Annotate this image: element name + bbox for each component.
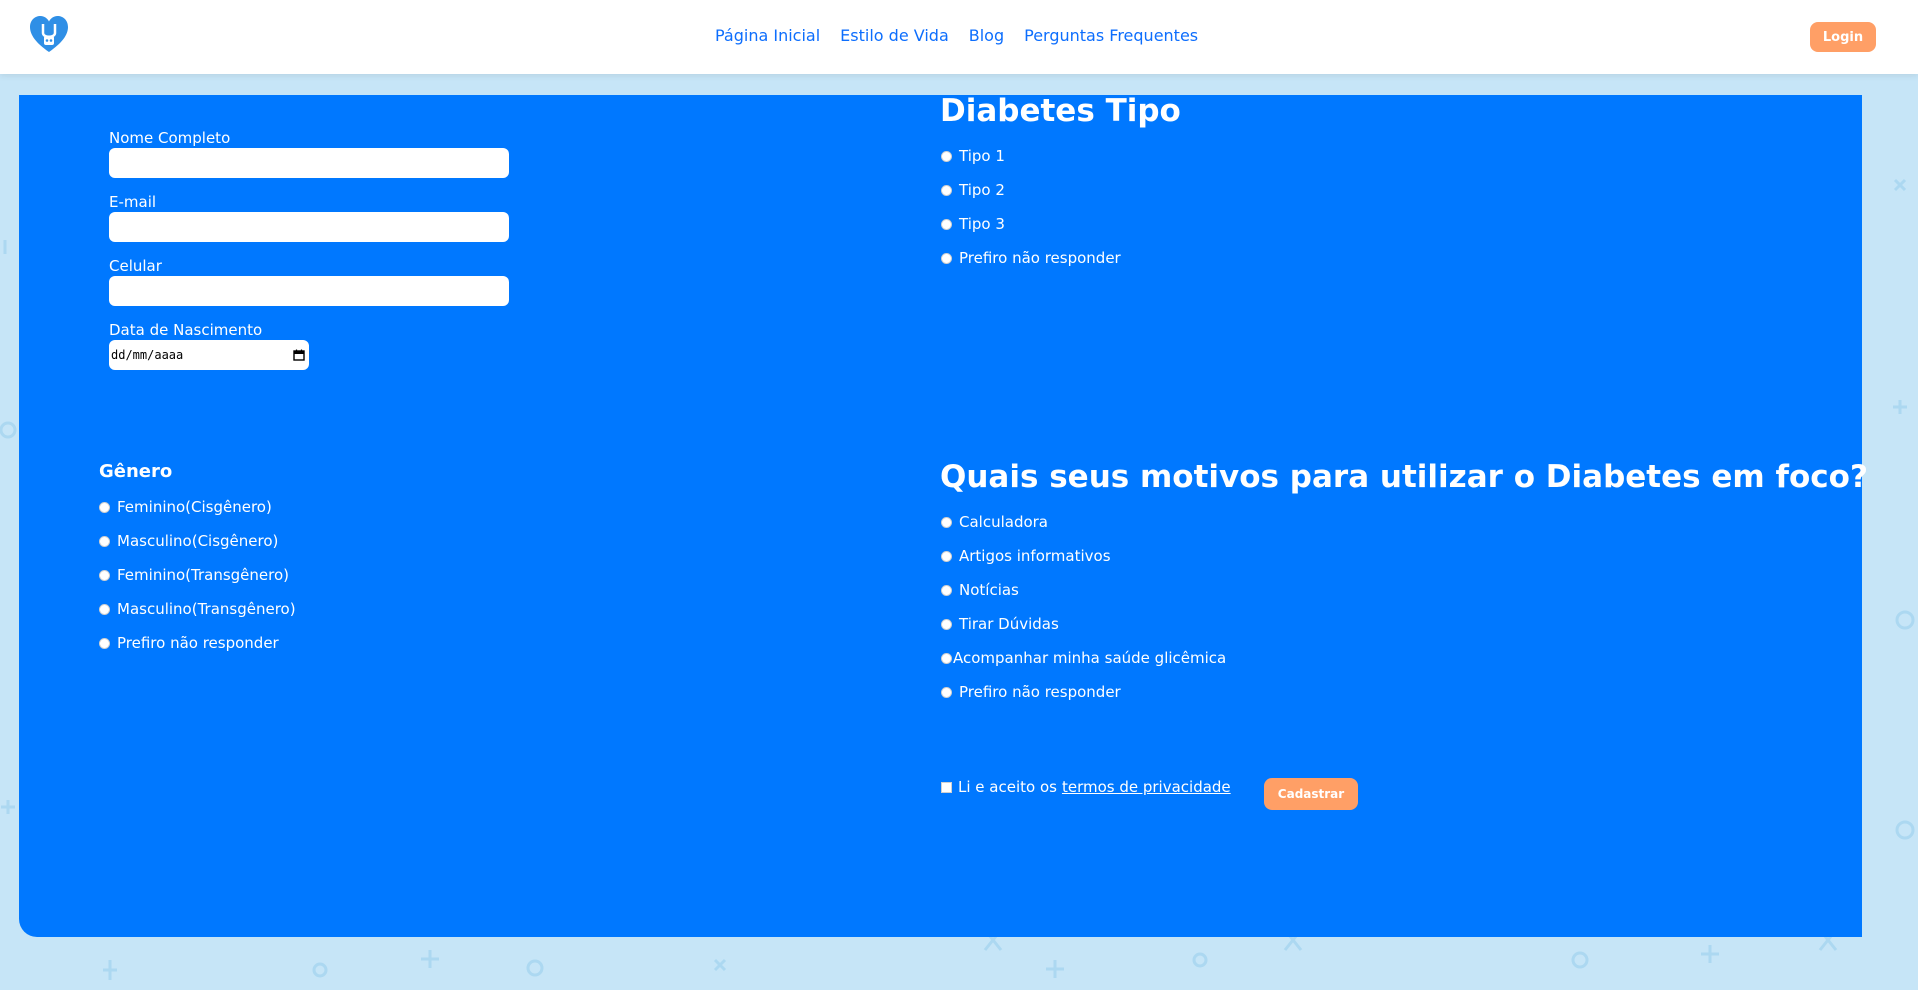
radio-button[interactable] <box>941 150 952 162</box>
terms-text: Li e aceito os <box>958 778 1057 796</box>
birthdate-field: Data de Nascimento dd/mm/aaaa <box>109 321 309 370</box>
radio-button[interactable] <box>941 618 952 630</box>
radio-gender-cis-female[interactable]: Feminino(Cisgênero) <box>99 490 296 524</box>
radio-label: Masculino(Transgênero) <box>117 600 296 618</box>
phone-field: Celular <box>109 257 509 306</box>
radio-diabetes-type-3[interactable]: Tipo 3 <box>941 207 1121 241</box>
radio-gender-cis-male[interactable]: Masculino(Cisgênero) <box>99 524 296 558</box>
phone-input[interactable] <box>109 276 509 306</box>
navbar: Página Inicial Estilo de Vida Blog Pergu… <box>0 0 1918 74</box>
full-name-field: Nome Completo <box>109 129 509 178</box>
radio-label: Tipo 2 <box>959 181 1005 199</box>
radio-label: Tipo 3 <box>959 215 1005 233</box>
radio-label: Prefiro não responder <box>959 683 1121 701</box>
radio-label: Tirar Dúvidas <box>959 615 1059 633</box>
radio-motive-news[interactable]: Notícias <box>941 573 1226 607</box>
privacy-terms-link[interactable]: termos de privacidade <box>1062 778 1231 796</box>
birthdate-label: Data de Nascimento <box>109 321 263 339</box>
nav-link-home[interactable]: Página Inicial <box>715 26 820 45</box>
radio-button[interactable] <box>99 501 110 513</box>
radio-motive-calculator[interactable]: Calculadora <box>941 505 1226 539</box>
radio-button[interactable] <box>941 184 952 196</box>
login-button[interactable]: Login <box>1810 22 1876 52</box>
nav-link-lifestyle[interactable]: Estilo de Vida <box>840 26 949 45</box>
radio-label: Calculadora <box>959 513 1049 531</box>
full-name-input[interactable] <box>109 148 509 178</box>
radio-gender-trans-male[interactable]: Masculino(Transgênero) <box>99 592 296 626</box>
radio-label: Masculino(Cisgênero) <box>117 532 279 550</box>
calendar-icon[interactable] <box>293 349 305 361</box>
registration-form: Nome Completo E-mail Celular Data de Nas… <box>19 93 1868 937</box>
radio-label: Prefiro não responder <box>117 634 279 652</box>
gender-options: Feminino(Cisgênero) Masculino(Cisgênero)… <box>99 490 296 660</box>
diabetes-type-options: Tipo 1 Tipo 2 Tipo 3 Prefiro não respond… <box>941 139 1121 275</box>
register-button[interactable]: Cadastrar <box>1264 778 1358 810</box>
radio-gender-no-answer[interactable]: Prefiro não responder <box>99 626 296 660</box>
radio-motive-glycemic-health[interactable]: Acompanhar minha saúde glicêmica <box>941 641 1226 675</box>
radio-button[interactable] <box>99 637 110 649</box>
main-nav: Página Inicial Estilo de Vida Blog Pergu… <box>715 26 1198 45</box>
radio-gender-trans-female[interactable]: Feminino(Transgênero) <box>99 558 296 592</box>
birthdate-placeholder: dd/mm/aaaa <box>111 348 184 362</box>
radio-button[interactable] <box>99 603 110 615</box>
email-field: E-mail <box>109 193 509 242</box>
radio-button[interactable] <box>941 252 952 264</box>
radio-label: Notícias <box>959 581 1019 599</box>
radio-button[interactable] <box>941 550 952 562</box>
birthdate-input[interactable]: dd/mm/aaaa <box>109 340 309 370</box>
nav-link-blog[interactable]: Blog <box>969 26 1004 45</box>
radio-button[interactable] <box>941 652 952 664</box>
email-input[interactable] <box>109 212 509 242</box>
nav-link-faq[interactable]: Perguntas Frequentes <box>1024 26 1198 45</box>
radio-button[interactable] <box>941 218 952 230</box>
motives-options: Calculadora Artigos informativos Notícia… <box>941 505 1226 709</box>
heart-stethoscope-icon[interactable] <box>28 14 70 56</box>
radio-button[interactable] <box>941 686 952 698</box>
radio-motive-articles[interactable]: Artigos informativos <box>941 539 1226 573</box>
terms-consent: Li e aceito os termos de privacidade <box>941 778 1231 796</box>
radio-label: Feminino(Transgênero) <box>117 566 290 584</box>
diabetes-type-title: Diabetes Tipo <box>940 93 1181 129</box>
terms-checkbox[interactable] <box>941 781 952 793</box>
radio-diabetes-type-no-answer[interactable]: Prefiro não responder <box>941 241 1121 275</box>
email-label: E-mail <box>109 193 157 211</box>
motives-title: Quais seus motivos para utilizar o Diabe… <box>940 459 1868 495</box>
radio-label: Acompanhar minha saúde glicêmica <box>953 649 1227 667</box>
radio-label: Artigos informativos <box>959 547 1111 565</box>
radio-motive-no-answer[interactable]: Prefiro não responder <box>941 675 1226 709</box>
radio-button[interactable] <box>99 535 110 547</box>
radio-button[interactable] <box>941 516 952 528</box>
radio-label: Prefiro não responder <box>959 249 1121 267</box>
radio-diabetes-type-2[interactable]: Tipo 2 <box>941 173 1121 207</box>
radio-motive-questions[interactable]: Tirar Dúvidas <box>941 607 1226 641</box>
radio-label: Tipo 1 <box>959 147 1005 165</box>
gender-title: Gênero <box>99 461 173 482</box>
radio-label: Feminino(Cisgênero) <box>117 498 272 516</box>
radio-button[interactable] <box>941 584 952 596</box>
radio-button[interactable] <box>99 569 110 581</box>
radio-diabetes-type-1[interactable]: Tipo 1 <box>941 139 1121 173</box>
phone-label: Celular <box>109 257 162 275</box>
full-name-label: Nome Completo <box>109 129 231 147</box>
